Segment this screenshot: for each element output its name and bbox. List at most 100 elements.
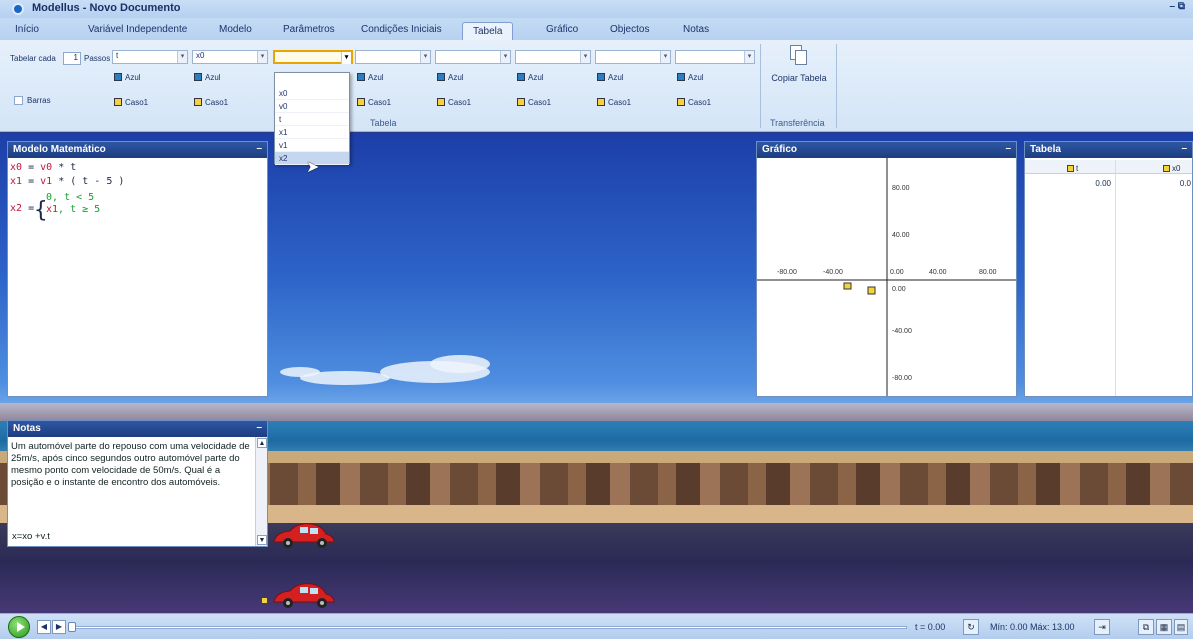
cloud <box>430 355 490 373</box>
column-7-color-select[interactable]: Azul <box>597 73 624 86</box>
x-tick: 0.00 <box>890 269 904 276</box>
dropdown-item-v0[interactable]: v0 <box>275 100 349 113</box>
refresh-icon[interactable]: ↻ <box>963 619 979 635</box>
chevron-down-icon: ▾ <box>420 51 430 63</box>
scroll-down-icon[interactable]: ▼ <box>257 535 267 545</box>
color-swatch-icon <box>357 73 365 81</box>
copy-table-button[interactable]: Copiar Tabela <box>768 45 830 115</box>
minimize-icon[interactable]: – <box>256 143 262 154</box>
tab-inicio[interactable]: Início <box>15 24 39 35</box>
table-cell[interactable]: 0.00 <box>1085 179 1111 188</box>
model-panel-header: Modelo Matemático – <box>8 142 267 158</box>
column-8-variable-select[interactable]: ▾ <box>675 50 755 64</box>
color-label: Azul <box>608 73 624 82</box>
column-8-color-select[interactable]: Azul <box>677 73 704 86</box>
notes-formula[interactable]: x=xo +v.t <box>12 531 50 542</box>
cloud <box>280 367 320 377</box>
column-color-icon <box>1067 165 1074 172</box>
equation-x1[interactable]: x1 = v1 * ( t - 5 ) <box>10 176 124 187</box>
column-2-value: x0 <box>196 51 205 60</box>
y-tick: 0.00 <box>892 286 906 293</box>
case-label: Caso1 <box>528 98 552 107</box>
column-5-variable-select[interactable]: ▾ <box>435 50 511 64</box>
scroll-up-icon[interactable]: ▲ <box>257 438 267 448</box>
column-2-case-select[interactable]: Caso1 <box>194 98 228 111</box>
eq-var: v0 <box>40 162 53 173</box>
y-tick: 40.00 <box>892 232 910 239</box>
tab-variavel-independente[interactable]: Variável Independente <box>88 24 187 35</box>
car-2[interactable] <box>270 580 338 610</box>
column-6-color-select[interactable]: Azul <box>517 73 544 86</box>
column-5-case-select[interactable]: Caso1 <box>437 98 471 111</box>
color-swatch-icon <box>517 73 525 81</box>
column-4-case-select[interactable]: Caso1 <box>357 98 391 111</box>
tabelar-steps-input[interactable]: 1 <box>63 52 81 65</box>
car-1[interactable] <box>270 520 338 550</box>
column-3-variable-select[interactable]: ▾ <box>273 50 353 64</box>
dropdown-item-t[interactable]: t <box>275 113 349 126</box>
title-bar: Modellus - Novo Documento – ⧉ <box>0 0 1193 18</box>
tab-condicoes-iniciais[interactable]: Condições Iniciais <box>361 24 442 35</box>
layout-icon[interactable]: ⧉ <box>1138 619 1154 635</box>
y-tick: -40.00 <box>892 328 912 335</box>
column-8-case-select[interactable]: Caso1 <box>677 98 711 111</box>
column-5-color-select[interactable]: Azul <box>437 73 464 86</box>
table-panel-header: Tabela – <box>1025 142 1192 158</box>
dropdown-item-x0[interactable]: x0 <box>275 87 349 100</box>
column-2-variable-select[interactable]: x0 ▾ <box>192 50 268 64</box>
dropdown-item-v1[interactable]: v1 <box>275 139 349 152</box>
table-header-x0[interactable]: x0 <box>1163 164 1180 173</box>
tab-modelo[interactable]: Modelo <box>219 24 252 35</box>
tab-parametros[interactable]: Parâmetros <box>283 24 335 35</box>
column-6-variable-select[interactable]: ▾ <box>515 50 591 64</box>
eq-var: x1 <box>10 176 23 187</box>
case-swatch-icon <box>114 98 122 106</box>
column-2-color-select[interactable]: Azul <box>194 73 221 86</box>
column-6-case-select[interactable]: Caso1 <box>517 98 551 111</box>
table-header-t[interactable]: t <box>1067 164 1078 173</box>
equation-x2[interactable]: x2 ={ <box>10 198 47 223</box>
time-slider-track[interactable] <box>72 626 907 629</box>
minimize-icon[interactable]: – <box>1181 143 1187 154</box>
column-4-variable-select[interactable]: ▾ <box>355 50 431 64</box>
tab-tabela[interactable]: Tabela <box>462 22 514 40</box>
minimize-icon[interactable]: – <box>1005 143 1011 154</box>
tab-notas[interactable]: Notas <box>683 24 709 35</box>
play-button[interactable] <box>8 616 30 638</box>
column-label: t <box>1076 164 1079 173</box>
graph-marker[interactable] <box>867 286 876 295</box>
column-divider <box>1115 160 1116 396</box>
app-logo-icon[interactable] <box>12 3 24 15</box>
step-back-button[interactable]: ◀ <box>37 620 51 634</box>
column-1-color-select[interactable]: Azul <box>114 73 141 86</box>
graph-marker[interactable] <box>843 282 852 290</box>
case-swatch-icon <box>597 98 605 106</box>
case-swatch-icon <box>194 98 202 106</box>
graph-panel-title: Gráfico <box>762 144 798 155</box>
window-controls[interactable]: – ⧉ <box>1170 1 1185 12</box>
column-1-variable-select[interactable]: t ▾ <box>112 50 188 64</box>
column-4-color-select[interactable]: Azul <box>357 73 384 86</box>
graph-canvas[interactable]: -80.00 -40.00 0.00 40.00 80.00 80.00 40.… <box>757 158 1016 396</box>
tab-objectos[interactable]: Objectos <box>610 24 649 35</box>
column-7-case-select[interactable]: Caso1 <box>597 98 631 111</box>
panel-icon[interactable]: ▤ <box>1174 619 1188 635</box>
column-7-variable-select[interactable]: ▾ <box>595 50 671 64</box>
grid-icon[interactable]: ▦ <box>1156 619 1172 635</box>
barras-checkbox[interactable] <box>14 96 23 105</box>
notes-scrollbar[interactable]: ▲ ▼ <box>255 437 267 546</box>
time-slider-thumb[interactable] <box>68 622 76 632</box>
limit-icon[interactable]: ⇥ <box>1094 619 1110 635</box>
color-swatch-icon <box>677 73 685 81</box>
notes-text-area[interactable]: Um automóvel parte do repouso com uma ve… <box>11 441 253 489</box>
column-1-case-select[interactable]: Caso1 <box>114 98 148 111</box>
step-forward-button[interactable]: ▶ <box>52 620 66 634</box>
eq-var: x2 <box>10 203 23 214</box>
color-swatch-icon <box>437 73 445 81</box>
dropdown-item-x1[interactable]: x1 <box>275 126 349 139</box>
equation-x0[interactable]: x0 = v0 * t <box>10 162 76 173</box>
tab-grafico[interactable]: Gráfico <box>546 24 578 35</box>
graph-panel: Gráfico – -80.00 -40.00 0.00 40.00 80.00… <box>756 141 1017 397</box>
minimize-icon[interactable]: – <box>256 422 262 433</box>
table-cell[interactable]: 0.0 <box>1173 179 1191 188</box>
